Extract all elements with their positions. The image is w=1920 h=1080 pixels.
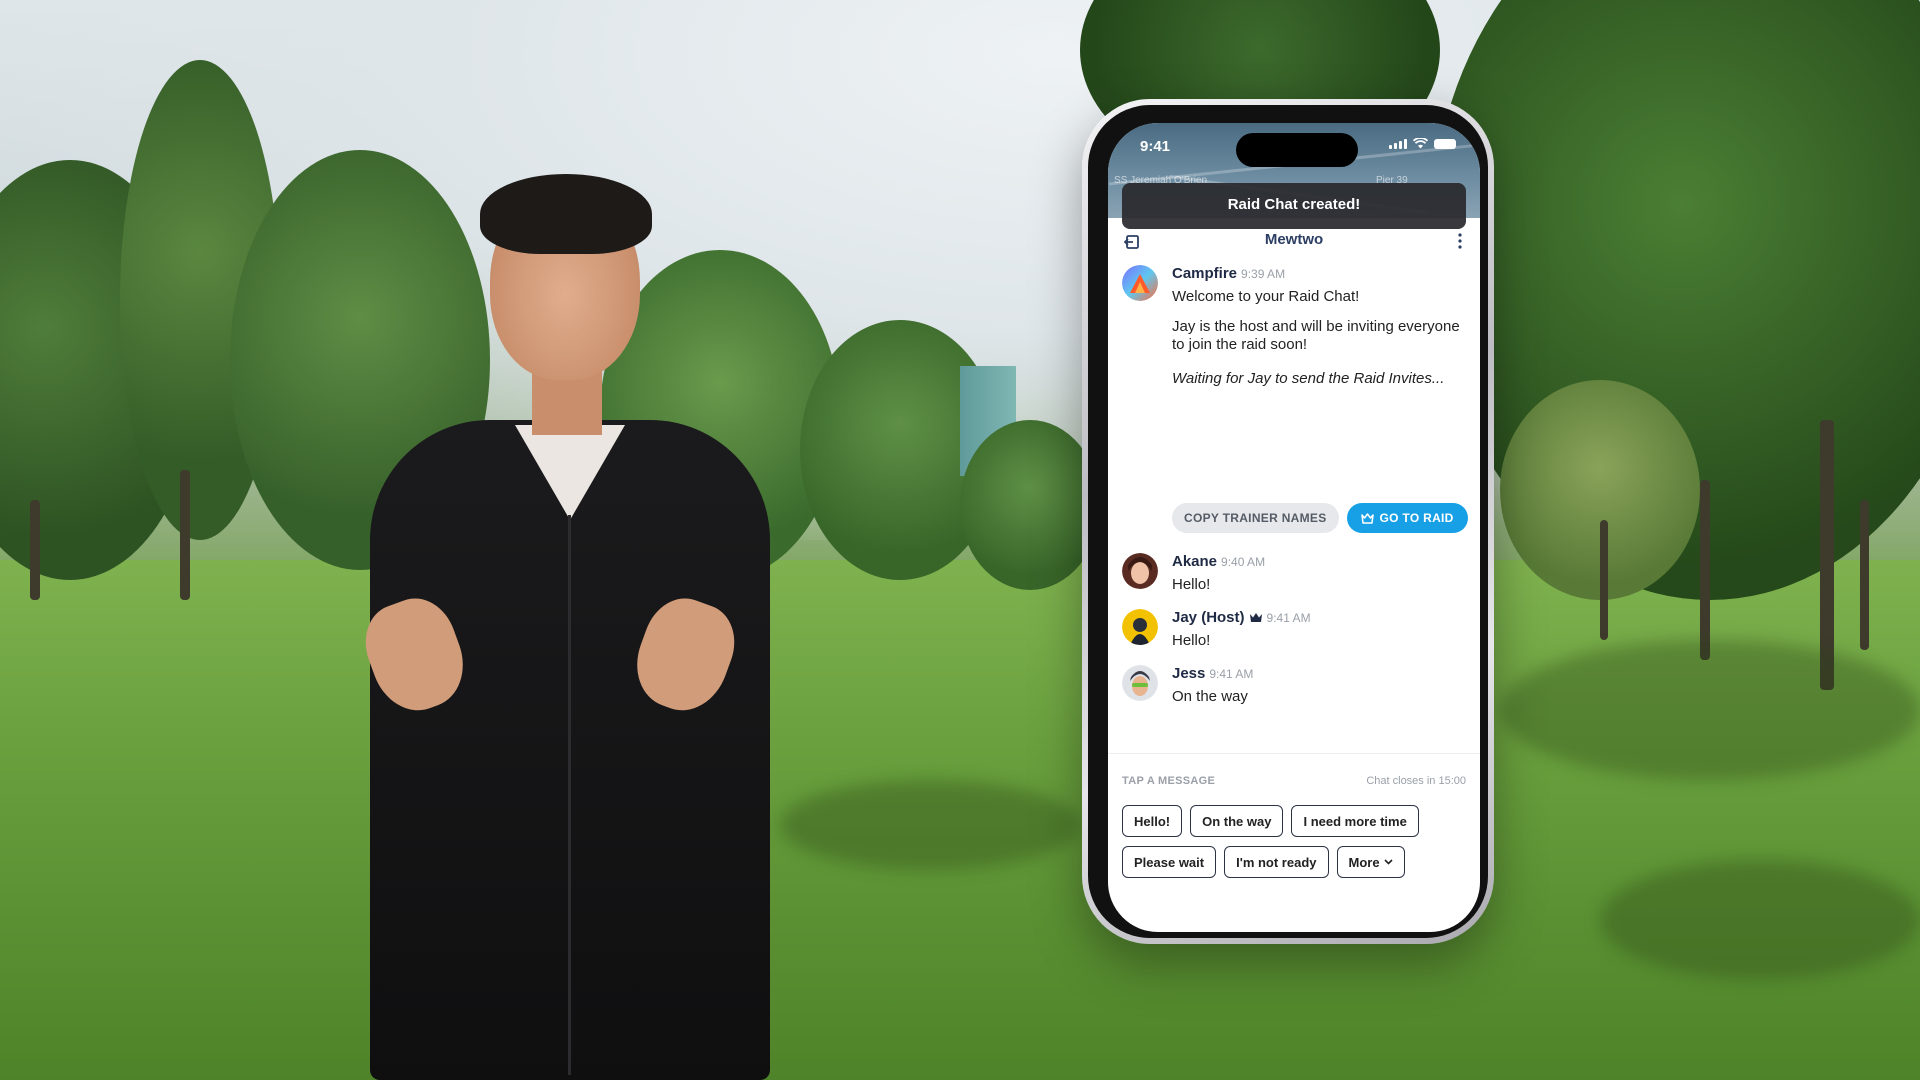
tree — [960, 420, 1100, 590]
quick-reply-more[interactable]: More — [1336, 846, 1405, 878]
status-icons — [1389, 138, 1456, 149]
quick-reply-divider — [1108, 753, 1480, 754]
message-text: Hello! — [1172, 632, 1211, 649]
sender-name: Jess — [1172, 665, 1206, 682]
sender-name: Jay (Host) — [1172, 609, 1245, 626]
dynamic-island — [1236, 133, 1358, 167]
chat-close-timer: Chat closes in 15:00 — [1366, 775, 1466, 787]
presenter-zipper — [568, 515, 571, 1075]
quick-reply-more-label: More — [1348, 854, 1380, 870]
wifi-icon — [1413, 138, 1428, 149]
quick-reply-row-2: Please wait I'm not ready More — [1122, 846, 1472, 878]
message-text: Jay is the host and will be inviting eve… — [1172, 318, 1460, 353]
chevron-down-icon — [1383, 859, 1393, 865]
quick-reply-please-wait[interactable]: Please wait — [1122, 846, 1217, 878]
quick-reply-need-more-time[interactable]: I need more time — [1291, 805, 1419, 837]
quick-reply-on-the-way[interactable]: On the way — [1190, 805, 1284, 837]
phone-mockup: SS Jeremiah O'Brien Pier 39 9:41 Mewtwo … — [1082, 99, 1494, 944]
battery-icon — [1434, 138, 1456, 149]
tree-trunk — [30, 500, 40, 600]
phone-screen: SS Jeremiah O'Brien Pier 39 9:41 Mewtwo … — [1108, 123, 1480, 932]
chat-title: Mewtwo — [1264, 231, 1324, 248]
toast-notification: Raid Chat created! — [1122, 183, 1466, 229]
tree-trunk — [1820, 420, 1834, 690]
message-text: Waiting for Jay to send the Raid Invites… — [1172, 370, 1445, 387]
raid-actions: COPY TRAINER NAMES GO TO RAID — [1172, 503, 1468, 533]
tree-trunk — [180, 470, 190, 600]
tree-shadow — [1600, 860, 1920, 980]
message-text: Hello! — [1172, 576, 1211, 593]
campfire-avatar — [1122, 265, 1158, 301]
tree-trunk — [1860, 500, 1869, 650]
raid-icon — [1360, 512, 1374, 524]
message-text: On the way — [1172, 688, 1248, 705]
park-background — [0, 0, 1920, 1080]
quick-reply-row-1: Hello! On the way I need more time — [1122, 805, 1472, 837]
message-time: 9:39 AM — [1241, 267, 1286, 281]
jay-avatar — [1122, 609, 1158, 645]
jess-avatar — [1122, 665, 1158, 701]
phone-bezel: SS Jeremiah O'Brien Pier 39 9:41 Mewtwo … — [1088, 105, 1488, 938]
presenter-hair — [480, 174, 652, 254]
tree-shadow — [1500, 640, 1920, 780]
copy-trainer-names-button[interactable]: COPY TRAINER NAMES — [1172, 503, 1339, 533]
message-text: Welcome to your Raid Chat! — [1172, 288, 1360, 305]
host-crown-icon — [1249, 613, 1262, 622]
tree-trunk — [1700, 480, 1710, 660]
quick-reply-not-ready[interactable]: I'm not ready — [1224, 846, 1329, 878]
signal-icon — [1389, 138, 1407, 149]
sender-name: Akane — [1172, 553, 1218, 570]
message-time: 9:41 AM — [1266, 611, 1311, 625]
presenter — [340, 174, 800, 1080]
go-to-raid-button[interactable]: GO TO RAID — [1346, 503, 1468, 533]
message-time: 9:41 AM — [1209, 667, 1254, 681]
go-to-raid-label: GO TO RAID — [1379, 511, 1454, 525]
quick-reply-hello[interactable]: Hello! — [1122, 805, 1183, 837]
more-options-icon[interactable] — [1458, 233, 1462, 249]
quick-reply-label: TAP A MESSAGE — [1122, 775, 1216, 787]
tree-shadow — [780, 780, 1080, 870]
status-time: 9:41 — [1140, 138, 1171, 155]
sender-name: Campfire — [1172, 265, 1238, 282]
akane-avatar — [1122, 553, 1158, 589]
message-time: 9:40 AM — [1221, 555, 1266, 569]
tree-trunk — [1600, 520, 1608, 640]
